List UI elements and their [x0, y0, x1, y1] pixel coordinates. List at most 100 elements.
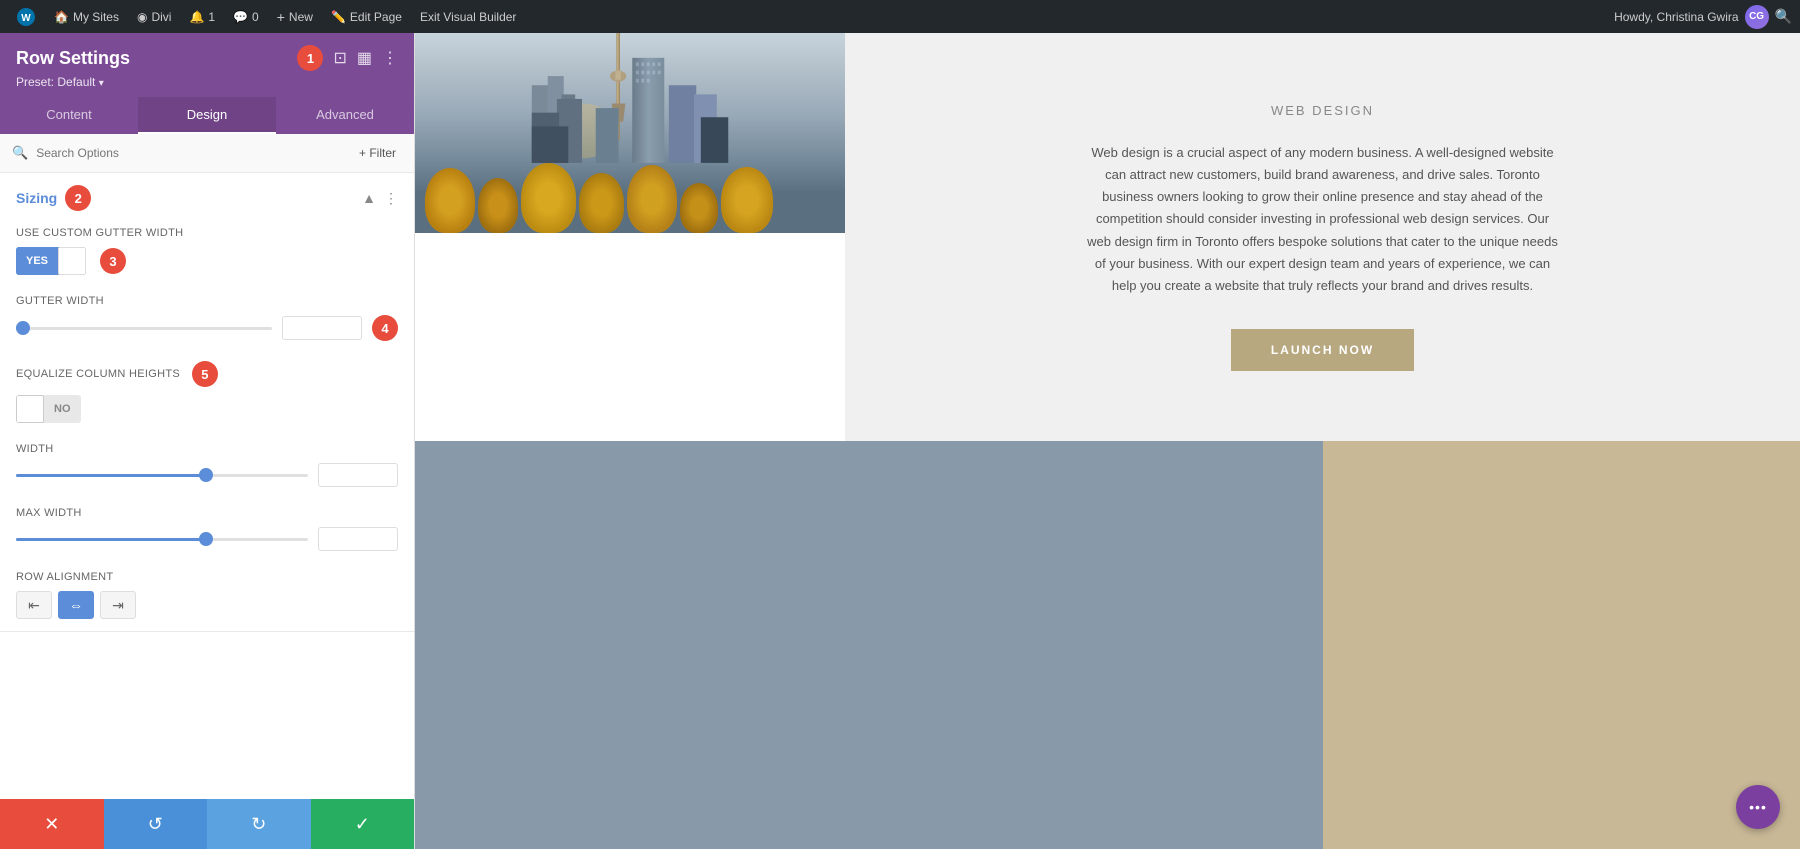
- toggle-no-label: NO: [44, 395, 81, 423]
- swatch-gray: [845, 441, 1323, 849]
- equalize-toggle[interactable]: NO: [16, 395, 81, 423]
- search-icon[interactable]: 🔍: [1775, 8, 1792, 25]
- notifications-button[interactable]: 🔔 1: [181, 0, 223, 33]
- align-left-button[interactable]: ⇤: [16, 591, 52, 619]
- admin-bar-right: Howdy, Christina Gwira CG 🔍: [1614, 5, 1792, 29]
- trees-container: [415, 158, 845, 233]
- row-alignment-row: Row Alignment ⇤ ⇔ ⇥: [0, 563, 414, 631]
- align-center-button[interactable]: ⇔: [58, 591, 94, 619]
- new-button[interactable]: + New: [269, 0, 321, 33]
- redo-button[interactable]: ↻: [207, 799, 311, 849]
- sizing-section-header[interactable]: Sizing 2 ▲ ⋮: [0, 173, 414, 219]
- gutter-width-toggle[interactable]: YES: [16, 247, 86, 275]
- search-options-input[interactable]: [36, 146, 345, 160]
- chevron-up-icon[interactable]: ▲: [362, 190, 376, 206]
- align-right-button[interactable]: ⇥: [100, 591, 136, 619]
- user-label: Howdy, Christina Gwira: [1614, 10, 1738, 24]
- step-badge-4: 4: [372, 315, 398, 341]
- layout-icon[interactable]: ▦: [357, 48, 372, 68]
- panel-tabs: Content Design Advanced: [0, 97, 414, 134]
- my-sites-button[interactable]: 🏠 My Sites: [46, 0, 127, 33]
- swatch-tan: [1323, 441, 1800, 849]
- step-badge-1: 1: [297, 45, 323, 71]
- tree: [425, 168, 475, 233]
- sizing-title: Sizing: [16, 190, 57, 206]
- save-button[interactable]: ✓: [311, 799, 415, 849]
- tree: [721, 167, 773, 233]
- max-width-slider-fill: [16, 538, 206, 541]
- bottom-preview-row: [415, 441, 1800, 849]
- width-slider-value[interactable]: auto: [318, 463, 398, 487]
- section-options-icon[interactable]: ⋮: [384, 190, 398, 207]
- city-skyline-svg: [415, 33, 845, 163]
- tree: [627, 165, 677, 233]
- width-slider-fill: [16, 474, 206, 477]
- wp-logo-button[interactable]: W: [8, 0, 44, 33]
- search-options-icon: 🔍: [12, 145, 28, 161]
- floating-action-button[interactable]: •••: [1736, 785, 1780, 829]
- align-left-icon: ⇤: [28, 597, 40, 614]
- launch-now-button[interactable]: LAUNCH NOW: [1231, 329, 1414, 371]
- tree: [579, 173, 624, 233]
- max-width-slider-track[interactable]: [16, 538, 308, 541]
- preset-caret-icon: ▾: [99, 78, 104, 89]
- max-width-slider-label: Max Width: [16, 507, 398, 519]
- panel-title: Row Settings: [16, 48, 130, 69]
- max-width-slider-row: Max Width none: [0, 499, 414, 563]
- equalize-toggle-container: NO: [16, 395, 398, 423]
- width-slider-thumb[interactable]: [199, 468, 213, 482]
- tree: [680, 183, 718, 233]
- align-right-icon: ⇥: [112, 597, 124, 614]
- expand-icon[interactable]: ⊡: [333, 48, 346, 68]
- gutter-width-toggle-container: YES 3: [16, 247, 398, 275]
- align-center-icon: ⇔: [69, 597, 83, 613]
- width-slider-container: auto: [16, 463, 398, 487]
- dots-icon: •••: [1749, 799, 1767, 815]
- tab-advanced[interactable]: Advanced: [276, 97, 414, 134]
- wp-icon: W: [16, 7, 36, 27]
- step-badge-2: 2: [65, 185, 91, 211]
- equalize-toggle-thumb: [16, 395, 44, 423]
- edit-page-button[interactable]: ✏️ Edit Page: [323, 0, 410, 33]
- gutter-width-label: Use Custom Gutter Width: [16, 227, 398, 239]
- gutter-slider-thumb[interactable]: [16, 321, 30, 335]
- gutter-slider-value[interactable]: 1: [282, 316, 362, 340]
- more-icon[interactable]: ⋮: [382, 48, 398, 68]
- panel-footer: ✕ ↺ ↻ ✓: [0, 799, 414, 849]
- sizing-section: Sizing 2 ▲ ⋮ Use Custom Gutter Width: [0, 173, 414, 632]
- comments-button[interactable]: 💬 0: [225, 0, 267, 33]
- web-design-panel: WEB DESIGN Web design is a crucial aspec…: [845, 33, 1800, 441]
- bell-icon: 🔔: [189, 10, 204, 24]
- max-width-slider-container: none: [16, 527, 398, 551]
- exit-visual-builder-button[interactable]: Exit Visual Builder: [412, 0, 525, 33]
- undo-button[interactable]: ↺: [104, 799, 208, 849]
- panel-search: 🔍 + Filter: [0, 134, 414, 173]
- comment-icon: 💬: [233, 10, 248, 24]
- panel-content: Sizing 2 ▲ ⋮ Use Custom Gutter Width: [0, 173, 414, 799]
- width-slider-track[interactable]: [16, 474, 308, 477]
- plus-icon: +: [277, 9, 285, 25]
- panel-header: Row Settings 1 ⊡ ▦ ⋮ Preset: Default ▾: [0, 33, 414, 97]
- panel-preset[interactable]: Preset: Default ▾: [16, 75, 398, 89]
- gutter-width-toggle-row: Use Custom Gutter Width YES 3: [0, 219, 414, 287]
- tab-content[interactable]: Content: [0, 97, 138, 134]
- width-slider-label: Width: [16, 443, 398, 455]
- admin-bar-left: W 🏠 My Sites ◉ Divi 🔔 1 💬 0 + New ✏️ Edi…: [8, 0, 1610, 33]
- cancel-button[interactable]: ✕: [0, 799, 104, 849]
- panel-title-row: Row Settings 1 ⊡ ▦ ⋮: [16, 45, 398, 71]
- avatar: CG: [1745, 5, 1769, 29]
- step-badge-5: 5: [192, 361, 218, 387]
- filter-button[interactable]: + Filter: [353, 144, 402, 162]
- max-width-slider-thumb[interactable]: [199, 532, 213, 546]
- divi-icon: ◉: [137, 10, 147, 24]
- divi-button[interactable]: ◉ Divi: [129, 0, 179, 33]
- gutter-width-slider-row: Gutter Width 1 4: [0, 287, 414, 353]
- city-bottom: [415, 441, 845, 849]
- tab-design[interactable]: Design: [138, 97, 276, 134]
- gutter-slider-track[interactable]: [16, 327, 272, 330]
- max-width-slider-value[interactable]: none: [318, 527, 398, 551]
- preview-area: WEB DESIGN Web design is a crucial aspec…: [415, 33, 1800, 849]
- tree: [478, 178, 518, 233]
- alignment-buttons: ⇤ ⇔ ⇥: [16, 591, 398, 619]
- settings-panel: Row Settings 1 ⊡ ▦ ⋮ Preset: Default ▾ C…: [0, 33, 415, 849]
